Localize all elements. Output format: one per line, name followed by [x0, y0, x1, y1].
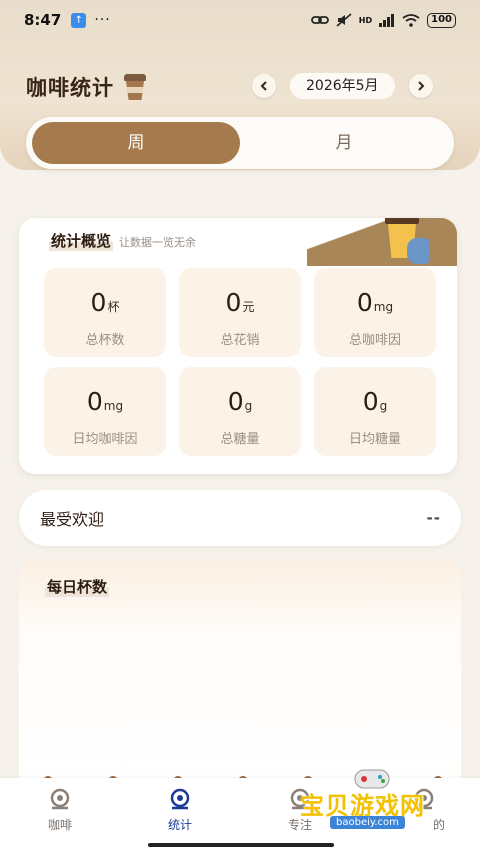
chevron-left-icon	[260, 81, 267, 91]
stat-label: 总花销	[220, 333, 260, 348]
chevron-right-icon	[417, 81, 424, 91]
prev-month-button[interactable]	[252, 74, 276, 98]
stat-total-caffeine: 0 mg 总咖啡因	[314, 268, 436, 357]
page-title: 咖啡统计	[26, 76, 114, 100]
overview-subtitle: 让数据一览无余	[119, 236, 197, 249]
favorite-value: --	[426, 509, 441, 527]
status-time: 8:47	[24, 11, 62, 29]
overview-title: 统计概览	[49, 230, 114, 251]
stat-value: 0	[362, 387, 379, 416]
stat-value: 0	[356, 288, 373, 317]
home-indicator[interactable]	[148, 843, 334, 847]
stat-unit: g	[244, 399, 253, 413]
daily-title: 每日杯数	[45, 576, 110, 597]
coffee-cup-icon	[124, 74, 146, 100]
tab-label: 统计	[167, 818, 192, 832]
favorite-title: 最受欢迎	[40, 510, 105, 529]
stat-value: 0	[90, 288, 107, 317]
stat-unit: mg	[373, 300, 394, 314]
stat-label: 日均糖量	[348, 432, 401, 447]
stat-daily-caffeine: 0 mg 日均咖啡因	[44, 367, 166, 456]
tab-week[interactable]: 周	[32, 122, 240, 164]
stat-value: 0	[227, 387, 244, 416]
stat-unit: 杯	[107, 300, 120, 314]
network-type: HD	[358, 15, 373, 25]
wifi-icon	[402, 13, 420, 27]
stats-icon	[170, 788, 190, 810]
stat-label: 总杯数	[85, 333, 125, 348]
stat-unit: mg	[103, 399, 124, 413]
stat-total-cups: 0杯 总杯数	[44, 268, 166, 357]
stat-value: 0	[86, 387, 103, 416]
date-navigator: 2026年5月	[252, 73, 433, 99]
daily-cups-card: 每日杯数	[19, 560, 461, 790]
status-indicators: HD 100	[310, 12, 456, 28]
link-icon	[310, 16, 329, 24]
stat-total-spend: 0元 总花销	[179, 268, 301, 357]
mute-icon	[336, 13, 352, 27]
stat-daily-sugar: 0g 日均糖量	[314, 367, 436, 456]
current-month[interactable]: 2026年5月	[290, 73, 395, 99]
battery-indicator: 100	[427, 12, 456, 28]
overview-card: 统计概览 让数据一览无余 0杯 总杯数 0元 总花销 0 mg 总咖啡因 0 mg …	[19, 218, 457, 474]
period-segmented-control: 周 月	[26, 117, 454, 169]
coffee-cup-icon	[50, 788, 70, 810]
coffee-mascot-icon	[383, 218, 429, 270]
stat-total-sugar: 0g 总糖量	[179, 367, 301, 456]
watermark: 宝贝游戏网 baobeiy.com	[300, 764, 450, 834]
stat-label: 总咖啡因	[348, 333, 401, 348]
watermark-url: baobeiy.com	[330, 816, 405, 829]
status-bar: 8:47 ↑ ··· HD 100	[0, 0, 480, 40]
stat-value: 0	[225, 288, 242, 317]
tab-coffee[interactable]: 咖啡	[20, 788, 100, 833]
next-month-button[interactable]	[408, 74, 433, 98]
overview-header: 统计概览 让数据一览无余	[49, 230, 196, 251]
favorite-card[interactable]: 最受欢迎 --	[19, 490, 461, 546]
stat-label: 总糖量	[220, 432, 260, 447]
stat-unit: g	[379, 399, 388, 413]
status-more-dots: ···	[94, 12, 111, 28]
stat-unit: 元	[242, 300, 255, 314]
tab-label: 咖啡	[47, 818, 72, 832]
overview-corner-decoration	[307, 218, 457, 266]
signal-icon	[379, 13, 395, 27]
stat-label: 日均咖啡因	[72, 432, 138, 447]
app-notification-icon: ↑	[71, 12, 87, 28]
tab-stats[interactable]: 统计	[140, 788, 220, 833]
tab-month[interactable]: 月	[240, 122, 448, 164]
stat-grid: 0杯 总杯数 0元 总花销 0 mg 总咖啡因 0 mg 日均咖啡因 0g 总糖量 …	[44, 268, 436, 456]
